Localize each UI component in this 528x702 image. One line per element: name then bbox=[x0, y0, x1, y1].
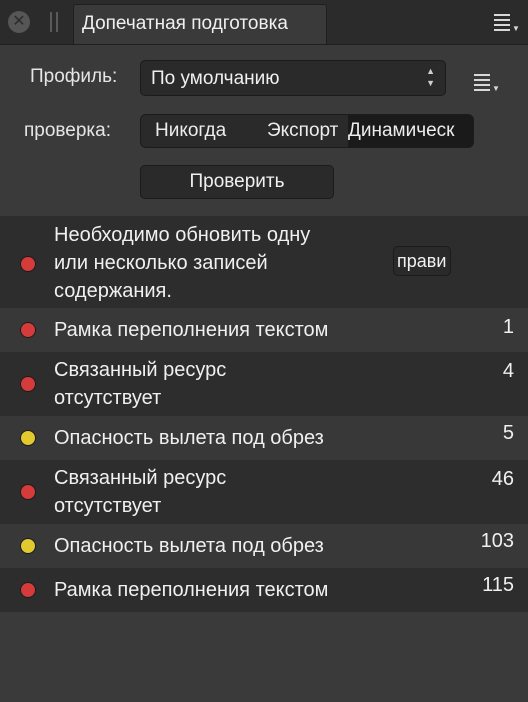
list-item[interactable]: Связанный ресурс отсутствует 4 bbox=[0, 352, 528, 416]
list-item[interactable]: Необходимо обновить одну или несколько з… bbox=[0, 216, 528, 308]
error-status-icon bbox=[20, 484, 36, 500]
issue-text: Рамка переполнения текстом bbox=[54, 579, 329, 601]
error-status-icon bbox=[20, 582, 36, 598]
issue-count: 4 bbox=[502, 360, 514, 382]
issue-text: Необходимо обновить одну или несколько з… bbox=[54, 224, 311, 302]
issue-count: 1 bbox=[502, 316, 514, 338]
issue-count: 115 bbox=[482, 574, 514, 596]
profile-menu-icon[interactable]: ▼ bbox=[474, 72, 502, 94]
list-item[interactable]: Опасность вылета под обрез 5 bbox=[0, 416, 528, 460]
issue-text: Связанный ресурс отсутствует bbox=[54, 359, 227, 409]
issue-count: 5 bbox=[502, 422, 514, 444]
issue-count: 103 bbox=[480, 530, 514, 552]
panel-menu-icon[interactable]: ▼ bbox=[494, 12, 522, 34]
drag-handle-icon[interactable] bbox=[50, 12, 58, 32]
profile-select[interactable]: По умолчанию ▲ ▼ bbox=[140, 60, 446, 96]
issue-text: Опасность вылета под обрез bbox=[54, 535, 324, 557]
profile-label: Профиль: bbox=[30, 66, 118, 87]
check-option-dynamic[interactable]: Динамическ bbox=[348, 115, 473, 147]
check-button[interactable]: Проверить bbox=[140, 165, 334, 199]
hamburger-menu-icon bbox=[474, 74, 490, 94]
chevron-down-icon: ▼ bbox=[512, 24, 520, 33]
list-item[interactable]: Рамка переполнения текстом 115 bbox=[0, 568, 528, 612]
issue-count: 46 bbox=[491, 468, 514, 490]
hamburger-menu-icon bbox=[494, 14, 510, 34]
warning-status-icon bbox=[20, 538, 36, 554]
error-status-icon bbox=[20, 256, 36, 272]
issue-text: Опасность вылета под обрез bbox=[54, 427, 324, 449]
tab-preflight[interactable]: Допечатная подготовка bbox=[73, 4, 327, 44]
check-mode-segmented[interactable]: Никогда Экспорт Динамическ bbox=[140, 114, 474, 148]
list-item[interactable]: Опасность вылета под обрез 103 bbox=[0, 524, 528, 568]
panel-tab-bar: ✕ Допечатная подготовка ▼ bbox=[0, 0, 528, 45]
check-option-export[interactable]: Экспорт bbox=[267, 115, 347, 147]
stepper-arrows-icon: ▲ ▼ bbox=[426, 66, 435, 88]
list-item[interactable]: Связанный ресурс отсутствует 46 bbox=[0, 460, 528, 524]
check-label: проверка: bbox=[24, 120, 112, 141]
list-item[interactable]: Рамка переполнения текстом 1 bbox=[0, 308, 528, 352]
error-status-icon bbox=[20, 376, 36, 392]
error-status-icon bbox=[20, 322, 36, 338]
issue-text: Связанный ресурс отсутствует bbox=[54, 467, 227, 517]
chevron-down-icon: ▼ bbox=[492, 84, 500, 93]
profile-select-value: По умолчанию bbox=[151, 68, 280, 89]
warning-status-icon bbox=[20, 430, 36, 446]
fix-button[interactable]: прави bbox=[393, 246, 451, 276]
check-option-never[interactable]: Никогда bbox=[155, 115, 255, 147]
issue-text: Рамка переполнения текстом bbox=[54, 319, 329, 341]
close-icon[interactable]: ✕ bbox=[8, 11, 30, 33]
